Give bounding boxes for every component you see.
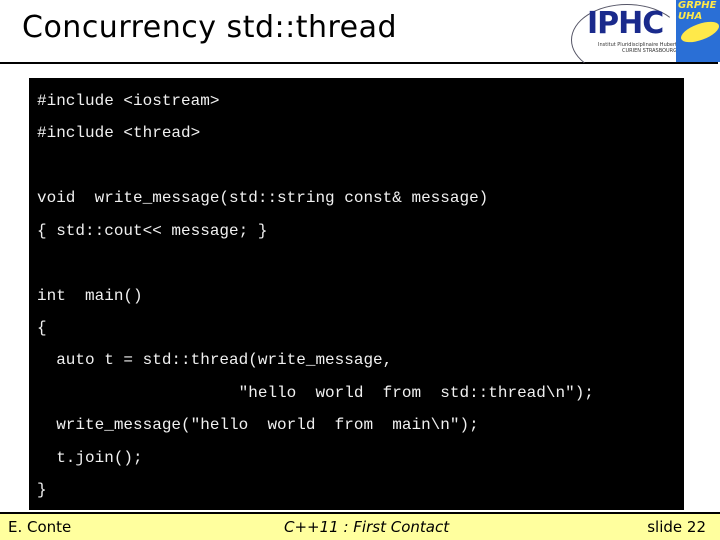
iphc-logo: IPHC Institut Pluridisciplinaire Hubert … (567, 0, 683, 76)
code-line: write_message("hello world from main\n")… (37, 416, 479, 434)
code-line: "hello world from std::thread\n"); (37, 384, 594, 402)
code-line: auto t = std::thread(write_message, (37, 351, 393, 369)
grphe-name: GRPHE (678, 0, 717, 11)
grphe-subtitle: UHA (678, 11, 703, 22)
footer-author: E. Conte (8, 518, 72, 536)
grphe-logo-text: GRPHE UHA (678, 0, 716, 22)
footer-slide-number: slide 22 (647, 518, 706, 536)
code-line: void write_message(std::string const& me… (37, 189, 489, 207)
code-block: #include <iostream> #include <thread> vo… (29, 78, 684, 510)
code-line: { std::cout<< message; } (37, 222, 268, 240)
code-line: t.join(); (37, 449, 143, 467)
iphc-logo-text: IPHC (587, 6, 664, 41)
slide-title: Concurrency std::thread (22, 10, 398, 45)
code-line: } (37, 481, 47, 499)
footer-subject: C++11 : First Contact (284, 518, 450, 536)
code-line: #include <iostream> (37, 92, 220, 110)
code-line: int main() (37, 287, 143, 305)
iphc-logo-subtitle: Institut Pluridisciplinaire Hubert CURIE… (598, 42, 677, 54)
grphe-logo: GRPHE UHA (676, 0, 720, 62)
code-line: { (37, 319, 47, 337)
code-line: #include <thread> (37, 124, 201, 142)
slide-footer: E. Conte C++11 : First Contact slide 22 (0, 512, 720, 540)
